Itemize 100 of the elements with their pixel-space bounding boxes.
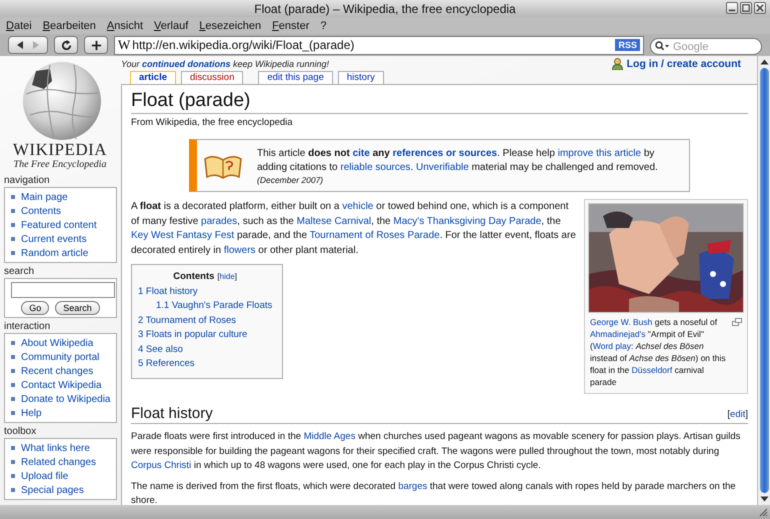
article-link[interactable]: Macy's Thanksgiving Day Parade xyxy=(393,216,542,226)
reload-icon xyxy=(60,40,72,50)
menu-item[interactable]: Ansicht xyxy=(106,20,144,32)
caption-link[interactable]: George W. Bush xyxy=(590,317,652,327)
notice-date: (December 2007) xyxy=(257,174,324,184)
add-bookmark-button[interactable] xyxy=(84,36,108,54)
sidebar-link[interactable]: Main page xyxy=(21,192,68,202)
scroll-thumb[interactable] xyxy=(760,68,768,493)
scrollbar[interactable] xyxy=(757,56,770,505)
toc-link[interactable]: 4 See also xyxy=(138,342,272,357)
menu-item[interactable]: Bearbeiten xyxy=(42,20,96,32)
user-icon xyxy=(612,58,623,70)
wikipedia-tagline: The Free Encyclopedia xyxy=(14,159,106,170)
search-button[interactable]: Search xyxy=(55,301,100,315)
article-link[interactable]: barges xyxy=(398,480,428,492)
article-link[interactable]: Maltese Carnival xyxy=(296,216,372,226)
site-favicon: W xyxy=(118,37,130,53)
bullet-icon xyxy=(11,237,15,241)
donation-link[interactable]: continued donations xyxy=(142,58,231,68)
bullet-icon xyxy=(11,474,15,478)
article-link[interactable]: Key West Fantasy Fest xyxy=(131,230,234,241)
sidebar-link[interactable]: Contents xyxy=(21,206,62,216)
scroll-down-icon[interactable] xyxy=(760,496,768,502)
edit-link[interactable]: edit xyxy=(730,409,746,420)
bullet-icon xyxy=(11,369,15,373)
rss-badge[interactable]: RSS xyxy=(615,39,640,51)
article-link[interactable]: vehicle xyxy=(342,201,374,212)
article-link[interactable]: parades xyxy=(201,216,238,226)
resize-grip-icon[interactable] xyxy=(758,507,768,517)
notice-link[interactable]: references or sources xyxy=(392,148,498,158)
toc-link[interactable]: 5 References xyxy=(138,357,272,372)
menu-item[interactable]: Verlauf xyxy=(154,20,188,32)
menu-item[interactable]: Datei xyxy=(6,20,32,32)
maximize-button[interactable] xyxy=(740,2,752,14)
address-field[interactable]: W http://en.wikipedia.org/wiki/Float_(parade) RSS xyxy=(114,36,644,54)
notice-link[interactable]: improve this article xyxy=(558,148,642,158)
article-link[interactable]: Corpus Christi xyxy=(131,460,192,471)
plus-icon xyxy=(90,40,102,50)
menu-item[interactable]: Fenster xyxy=(272,20,310,32)
bullet-icon xyxy=(11,397,15,401)
sidebar-link[interactable]: Recent changes xyxy=(21,366,94,376)
menu-item[interactable]: ? xyxy=(320,20,326,32)
close-icon xyxy=(756,4,764,12)
sidebar-link[interactable]: Current events xyxy=(21,234,87,244)
notice-text: This article does not cite any references or sources. Please help improve this article by adding citations to reliable sources. Unverifiable material may be challenged and removed. xyxy=(257,146,659,174)
scroll-up-icon[interactable] xyxy=(760,59,768,65)
bullet-icon xyxy=(11,446,15,450)
article-paragraph: A float is a decorated platform, either built on a vehicle or towed behind one, which is a component of many festive parades, such as the Maltese Carnival, the Macy's Thanksgiving Day Parade, the Key West Fantasy Fest parade, and the Tournament of Roses Parade. For the latter event, floats are decorated entirely in flowers or other plant material. xyxy=(131,200,577,258)
bullet-icon xyxy=(11,209,15,213)
sidebar-link[interactable]: Random article xyxy=(21,248,88,258)
sidebar-link[interactable]: About Wikipedia xyxy=(21,338,94,348)
sidebar-link[interactable]: Community portal xyxy=(21,352,100,362)
menu-item[interactable]: Lesezeichen xyxy=(199,20,262,32)
sidebar-link[interactable]: Special pages xyxy=(21,484,84,496)
search-button[interactable]: Go xyxy=(21,301,50,315)
sidebar-link[interactable]: Donate to Wikipedia xyxy=(21,394,110,404)
search-field[interactable]: Google xyxy=(650,38,762,55)
bullet-icon xyxy=(11,341,15,345)
page-tab[interactable]: article xyxy=(130,71,176,84)
page-tab[interactable]: discussion xyxy=(181,71,244,84)
toc-link[interactable]: 1.1 Vaughn's Parade Floats xyxy=(138,299,272,314)
bullet-icon xyxy=(11,355,15,359)
sidebar-link[interactable]: Related changes xyxy=(21,456,96,468)
search-input[interactable] xyxy=(11,282,115,298)
sidebar-link[interactable]: Contact Wikipedia xyxy=(21,380,102,390)
back-forward-buttons[interactable] xyxy=(8,36,48,54)
enlarge-icon[interactable] xyxy=(732,318,742,326)
article-paragraph: The name is derived from the first floats, which were decorated barges that were towed along canals with ropes held by parade marchers on the shore. xyxy=(131,480,737,505)
sidebar-link[interactable]: Featured content xyxy=(21,220,97,230)
article-link[interactable]: flowers xyxy=(224,244,256,256)
toc-link[interactable]: 2 Tournament of Roses xyxy=(138,314,272,328)
contents-title: Contents xyxy=(173,270,214,284)
portlet-heading: interaction xyxy=(4,320,52,333)
page-tab[interactable]: edit this page xyxy=(258,71,333,84)
bullet-icon xyxy=(11,223,15,227)
maximize-icon xyxy=(742,4,750,12)
reload-button[interactable] xyxy=(54,36,78,54)
article-subtitle: From Wikipedia, the free encyclopedia xyxy=(131,117,294,128)
minimize-button[interactable] xyxy=(726,2,738,14)
sidebar-link[interactable]: Help xyxy=(21,408,42,418)
notice-link[interactable]: cite xyxy=(352,148,370,158)
sidebar-link[interactable]: Upload file xyxy=(21,470,68,482)
search-icon xyxy=(655,40,669,50)
caption-link[interactable]: Word play xyxy=(592,341,631,351)
notice-link[interactable]: Unverifiable xyxy=(416,162,469,172)
hide-link[interactable]: hide xyxy=(220,272,235,281)
donation-notice: Your continued donations keep Wikipedia running! xyxy=(121,58,329,68)
caption-link[interactable]: Düsseldorf xyxy=(632,365,672,375)
login-link[interactable]: Log in / create account xyxy=(626,58,741,70)
wikipedia-wordmark[interactable]: WIKIPEDIA xyxy=(12,141,108,159)
sidebar-link[interactable]: What links here xyxy=(21,442,90,454)
toc-link[interactable]: 1 Float history xyxy=(138,284,272,299)
notice-link[interactable]: reliable sources xyxy=(340,162,410,172)
close-button[interactable] xyxy=(754,2,766,14)
caption-link[interactable]: Ahmadinejad's xyxy=(590,329,646,339)
article-link[interactable]: Tournament of Roses Parade xyxy=(310,230,440,241)
page-tab[interactable]: history xyxy=(338,71,384,84)
article-link[interactable]: Middle Ages xyxy=(304,431,356,442)
bullet-icon xyxy=(11,383,15,387)
toc-link[interactable]: 3 Floats in popular culture xyxy=(138,328,272,342)
